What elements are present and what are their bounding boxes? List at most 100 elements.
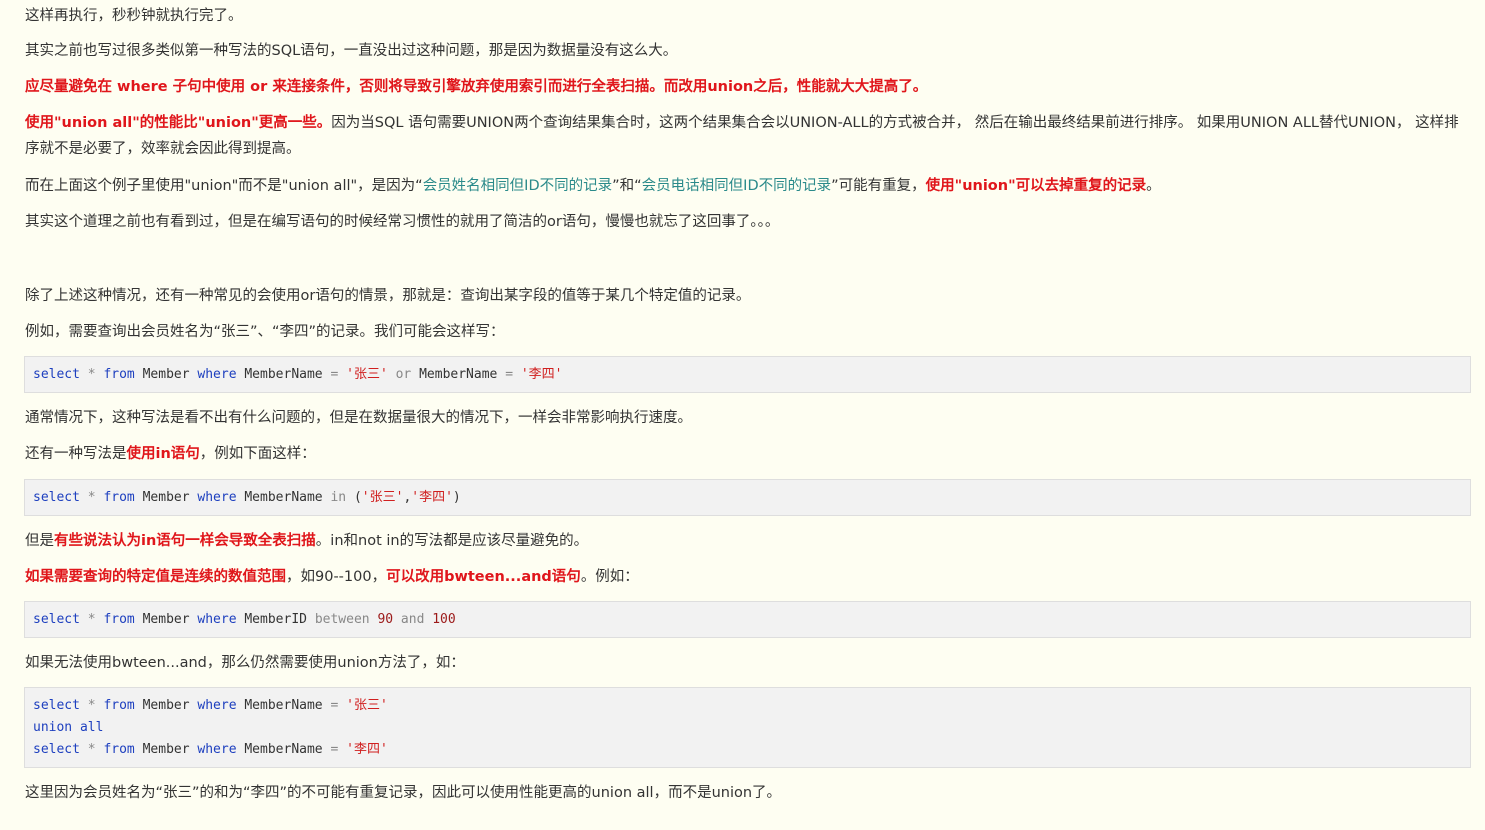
text: 除了上述这种情况，还有一种常见的会使用or语句的情景，那就是：查询出某字段的值等… bbox=[25, 288, 751, 304]
text: 。in和not in的写法都是应该尽量避免的。 bbox=[315, 533, 589, 549]
paragraph-7: 除了上述这种情况，还有一种常见的会使用or语句的情景，那就是：查询出某字段的值等… bbox=[25, 283, 1471, 309]
bold-emphasis: 使用in语句 bbox=[126, 446, 200, 462]
string: '李四' bbox=[346, 742, 388, 757]
kw: where bbox=[197, 367, 237, 382]
op: ( bbox=[353, 490, 362, 505]
op: ) bbox=[452, 490, 461, 505]
kw: select bbox=[33, 490, 80, 505]
text: ，如90--100， bbox=[286, 569, 387, 585]
paragraph-12: 如果需要查询的特定值是连续的数值范围，如90--100，可以改用bwteen..… bbox=[25, 564, 1471, 590]
text: 还有一种写法是 bbox=[25, 446, 127, 462]
text: ，例如下面这样： bbox=[199, 446, 316, 462]
string: '李四' bbox=[411, 490, 453, 505]
text: 其实这个道理之前也有看到过，但是在编写语句的时候经常习惯性的就用了简洁的or语句… bbox=[25, 214, 780, 230]
teal-highlight: 会员姓名相同但ID不同的记录 bbox=[422, 178, 613, 194]
op: * bbox=[87, 367, 96, 382]
string: '李四' bbox=[520, 367, 563, 382]
code-line: select * from Member where MemberID betw… bbox=[33, 609, 1470, 631]
op: = bbox=[330, 698, 339, 713]
ident: Member bbox=[142, 742, 190, 757]
code-line: select * from Member where MemberName in… bbox=[33, 487, 1470, 509]
kw: between bbox=[314, 612, 370, 627]
paragraph-11: 但是有些说法认为in语句一样会导致全表扫描。in和not in的写法都是应该尽量… bbox=[25, 528, 1471, 554]
ident: MemberName bbox=[244, 367, 323, 382]
ident: Member bbox=[142, 367, 190, 382]
text: 。例如： bbox=[580, 569, 639, 585]
string: '张三' bbox=[346, 367, 388, 382]
string: '张三' bbox=[346, 698, 388, 713]
code-line: select * from Member where MemberName = … bbox=[33, 739, 1470, 761]
kw: from bbox=[103, 367, 135, 382]
ident: Member bbox=[142, 490, 190, 505]
text: 应尽量避免在 where 子句中使用 or 来连接条件，否则将导致引擎放弃使用索… bbox=[25, 79, 928, 95]
text: 。 bbox=[1146, 178, 1161, 194]
paragraph-2: 其实之前也写过很多类似第一种写法的SQL语句，一直没出过这种问题，那是因为数据量… bbox=[25, 38, 1471, 64]
text: 例如，需要查询出会员姓名为“张三”、“李四”的记录。我们可能会这样写： bbox=[25, 324, 505, 340]
text: 但是 bbox=[25, 533, 54, 549]
paragraph-10: 还有一种写法是使用in语句，例如下面这样： bbox=[25, 441, 1471, 467]
code-block-union-all: select * from Member where MemberName = … bbox=[24, 687, 1471, 768]
ident: Member bbox=[142, 698, 190, 713]
bold-emphasis: 有些说法认为in语句一样会导致全表扫描 bbox=[54, 533, 316, 549]
code-block-or: select * from Member where MemberName = … bbox=[24, 356, 1471, 393]
paragraph-9: 通常情况下，这种写法是看不出有什么问题的，但是在数据量很大的情况下，一样会非常影… bbox=[25, 405, 1471, 431]
ident: Member bbox=[142, 612, 190, 627]
kw: select bbox=[33, 367, 80, 382]
op: * bbox=[87, 490, 96, 505]
article-body: 这样再执行，秒秒钟就执行完了。 其实之前也写过很多类似第一种写法的SQL语句，一… bbox=[0, 0, 1485, 830]
code-line: union all bbox=[33, 717, 1470, 739]
paragraph-4: 使用"union all"的性能比"union"更高一些。因为当SQL 语句需要… bbox=[25, 110, 1471, 162]
text: 这样再执行，秒秒钟就执行完了。 bbox=[25, 8, 243, 24]
code-block-in: select * from Member where MemberName in… bbox=[24, 479, 1471, 516]
kw: where bbox=[197, 698, 237, 713]
ident: MemberName bbox=[244, 742, 323, 757]
kw: select bbox=[33, 742, 80, 757]
paragraph-6: 其实这个道理之前也有看到过，但是在编写语句的时候经常习惯性的就用了简洁的or语句… bbox=[25, 209, 1471, 235]
text: 这里因为会员姓名为“张三”的和为“李四”的不可能有重复记录，因此可以使用性能更高… bbox=[25, 785, 782, 801]
kw: and bbox=[400, 612, 425, 627]
kw: from bbox=[103, 742, 135, 757]
paragraph-1: 这样再执行，秒秒钟就执行完了。 bbox=[25, 3, 1471, 29]
text: 其实之前也写过很多类似第一种写法的SQL语句，一直没出过这种问题，那是因为数据量… bbox=[25, 43, 678, 59]
paragraph-3-emphasis: 应尽量避免在 where 子句中使用 or 来连接条件，否则将导致引擎放弃使用索… bbox=[25, 74, 1471, 100]
code-line: select * from Member where MemberName = … bbox=[33, 364, 1470, 386]
paragraph-13: 如果无法使用bwteen...and，那么仍然需要使用union方法了，如： bbox=[25, 650, 1471, 676]
ident: MemberName bbox=[244, 490, 323, 505]
kw: in bbox=[330, 490, 347, 505]
op: = bbox=[505, 367, 514, 382]
paragraph-8: 例如，需要查询出会员姓名为“张三”、“李四”的记录。我们可能会这样写： bbox=[25, 319, 1471, 345]
paragraph-5: 而在上面这个例子里使用"union"而不是"union all"，是因为“会员姓… bbox=[25, 173, 1471, 199]
text: ”和“ bbox=[612, 178, 642, 194]
ident: MemberName bbox=[419, 367, 498, 382]
kw: where bbox=[197, 490, 237, 505]
ident: MemberName bbox=[244, 698, 323, 713]
code-line: select * from Member where MemberName = … bbox=[33, 695, 1470, 717]
bold-emphasis: 使用"union"可以去掉重复的记录 bbox=[925, 178, 1147, 194]
text: ”可能有重复， bbox=[831, 178, 926, 194]
kw: or bbox=[395, 367, 412, 382]
bold-emphasis: 如果需要查询的特定值是连续的数值范围 bbox=[25, 569, 286, 585]
number: 100 bbox=[432, 612, 456, 627]
code-block-between: select * from Member where MemberID betw… bbox=[24, 601, 1471, 638]
op: * bbox=[87, 698, 96, 713]
op: = bbox=[330, 367, 339, 382]
kw: from bbox=[103, 490, 135, 505]
kw: select bbox=[33, 612, 80, 627]
text: 而在上面这个例子里使用"union"而不是"union all"，是因为“ bbox=[25, 178, 423, 194]
kw: from bbox=[103, 612, 135, 627]
bold-emphasis: 可以改用bwteen...and语句 bbox=[386, 569, 581, 585]
kw: where bbox=[197, 612, 237, 627]
kw: select bbox=[33, 698, 80, 713]
kw: from bbox=[103, 698, 135, 713]
string: '张三' bbox=[361, 490, 404, 505]
ident: MemberID bbox=[244, 612, 307, 627]
op: * bbox=[87, 742, 96, 757]
text: 通常情况下，这种写法是看不出有什么问题的，但是在数据量很大的情况下，一样会非常影… bbox=[25, 410, 692, 426]
teal-highlight: 会员电话相同但ID不同的记录 bbox=[641, 178, 832, 194]
op: = bbox=[330, 742, 339, 757]
number: 90 bbox=[377, 612, 394, 627]
kw: union all bbox=[33, 720, 104, 735]
text: 如果无法使用bwteen...and，那么仍然需要使用union方法了，如： bbox=[25, 655, 465, 671]
bold-emphasis: 使用"union all"的性能比"union"更高一些。 bbox=[25, 115, 332, 131]
kw: where bbox=[197, 742, 237, 757]
